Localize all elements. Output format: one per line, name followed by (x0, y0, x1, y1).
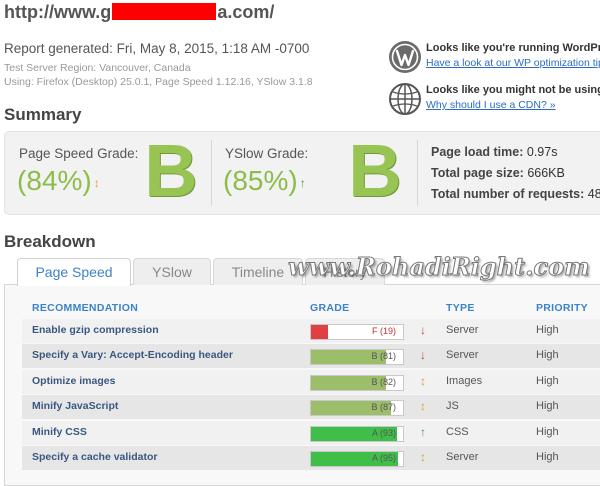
total-page-size-label: Total page size: (431, 166, 524, 180)
recommendation-priority: High (536, 425, 559, 438)
recommendation-row[interactable]: Optimize images B (82) ↕ Images High (22, 369, 600, 394)
recommendation-priority: High (536, 451, 559, 463)
recommendation-type: Server (446, 324, 479, 336)
url-prefix: http://www.g (4, 2, 112, 22)
grade-text: F (19) (371, 326, 396, 336)
grade-bar-fill (311, 325, 329, 339)
recommendation-priority: High (536, 324, 559, 336)
recommendation-type: JS (446, 400, 459, 413)
wordpress-notice-title: Looks like you're running WordPress (426, 42, 600, 54)
arrow-up-down-icon: ↕ (420, 450, 426, 464)
grade-text: A (93) (371, 427, 396, 438)
grade-bar: A (93) (310, 425, 404, 442)
recommendation-type: CSS (446, 425, 469, 438)
recommendation-priority: High (536, 374, 559, 387)
grade-text: A (95) (371, 453, 396, 463)
yslow-grade-label: YSlow Grade: (225, 146, 309, 161)
grade-text: B (81) (371, 351, 396, 362)
grade-text: B (87) (371, 402, 396, 413)
wordpress-icon (389, 41, 421, 73)
col-type[interactable]: TYPE (446, 302, 475, 314)
arrow-up-icon: ↑ (420, 424, 426, 439)
breakdown-heading: Breakdown (4, 232, 96, 251)
page-load-time-label: Page load time: (431, 145, 524, 159)
recommendation-row[interactable]: Specify a Vary: Accept-Encoding header B … (22, 344, 600, 369)
recommendation-name[interactable]: Minify JavaScript (32, 400, 118, 412)
report-generated: Report generated: Fri, May 8, 2015, 1:18… (4, 41, 310, 56)
total-page-size-value: 666KB (527, 166, 565, 180)
yslow-trend-icon: ↑ (299, 176, 306, 190)
recommendation-type: Server (446, 349, 479, 362)
url-redaction (112, 3, 217, 20)
recommendation-type: Server (446, 451, 479, 463)
recommendation-row[interactable]: Minify JavaScript B (87) ↕ JS High (22, 395, 600, 420)
total-requests-value: 48 (587, 187, 600, 201)
arrow-up-down-icon: ↕ (420, 399, 426, 414)
pagespeed-grade-letter: B (144, 129, 198, 212)
arrow-down-icon: ↓ (420, 323, 426, 337)
grade-bar: B (82) (310, 374, 404, 391)
test-server-region: Test Server Region: Vancouver, Canada (4, 62, 191, 74)
grade-bar: F (19) (310, 324, 404, 340)
recommendation-priority: High (536, 349, 559, 362)
col-grade[interactable]: GRADE (310, 302, 349, 314)
pagespeed-percent-value: (84%) (17, 165, 92, 196)
wordpress-notice: Looks like you're running WordPress Have… (388, 40, 600, 80)
grade-text: B (82) (371, 376, 396, 387)
recommendation-priority: High (536, 400, 559, 413)
pagespeed-grade-label: Page Speed Grade: (19, 146, 139, 161)
page-load-time-value: 0.97s (526, 145, 558, 159)
grade-bar: A (95) (310, 451, 404, 467)
recommendation-type: Images (446, 374, 483, 387)
yslow-grade-letter: B (348, 129, 402, 212)
page-load-time: Page load time: 0.97s (431, 145, 557, 159)
summary-heading: Summary (4, 105, 82, 124)
recommendation-name[interactable]: Minify CSS (32, 426, 87, 438)
yslow-percent-value: (85%) (223, 165, 298, 196)
watermark: www.RohadiRight.com (288, 252, 591, 282)
pagespeed-grade-percent: (84%) ↕ (17, 165, 100, 197)
total-requests: Total number of requests: 48 (431, 187, 600, 201)
recommendation-name[interactable]: Enable gzip compression (32, 324, 159, 336)
globe-icon (389, 83, 421, 115)
summary-panel: Page Speed Grade: (84%) ↕ B YSlow Grade: … (4, 131, 600, 215)
total-page-size: Total page size: 666KB (431, 166, 565, 180)
cdn-notice: Looks like you might not be using a CDN … (388, 82, 600, 122)
tab-page-speed[interactable]: Page Speed (17, 258, 131, 286)
col-priority[interactable]: PRIORITY (536, 302, 588, 314)
recommendation-name[interactable]: Specify a Vary: Accept-Encoding header (32, 349, 233, 361)
recommendation-row[interactable]: Enable gzip compression F (19) ↓ Server High (22, 319, 600, 343)
url-suffix: a.com/ (217, 2, 275, 22)
recommendation-row[interactable]: Specify a cache validator A (95) ↕ Server Hi… (22, 446, 600, 470)
arrow-up-down-icon: ↕ (420, 373, 426, 388)
tested-url: http://www.g a.com/ (4, 2, 274, 23)
yslow-grade-percent: (85%) ↑ (223, 165, 306, 197)
recommendation-name[interactable]: Specify a cache validator (32, 451, 157, 463)
total-requests-label: Total number of requests: (431, 187, 585, 201)
why-use-cdn-link[interactable]: Why should I use a CDN? » (426, 99, 556, 111)
cdn-notice-title: Looks like you might not be using a CDN (426, 84, 600, 96)
summary-divider (211, 140, 212, 206)
recommendation-name[interactable]: Optimize images (32, 375, 115, 387)
grade-bar: B (81) (310, 349, 404, 366)
recommendation-row[interactable]: Minify CSS A (93) ↑ CSS High (22, 420, 600, 445)
grade-bar: B (87) (310, 400, 404, 417)
wp-optimization-tips-link[interactable]: Have a look at our WP optimization tips … (426, 57, 600, 69)
tab-yslow[interactable]: YSlow (133, 258, 211, 285)
summary-divider (417, 140, 418, 206)
col-recommendation[interactable]: RECOMMENDATION (32, 302, 138, 314)
browser-versions: Using: Firefox (Desktop) 25.0.1, Page Sp… (4, 76, 313, 88)
arrow-down-icon: ↓ (420, 348, 426, 363)
pagespeed-trend-icon: ↕ (93, 176, 100, 190)
